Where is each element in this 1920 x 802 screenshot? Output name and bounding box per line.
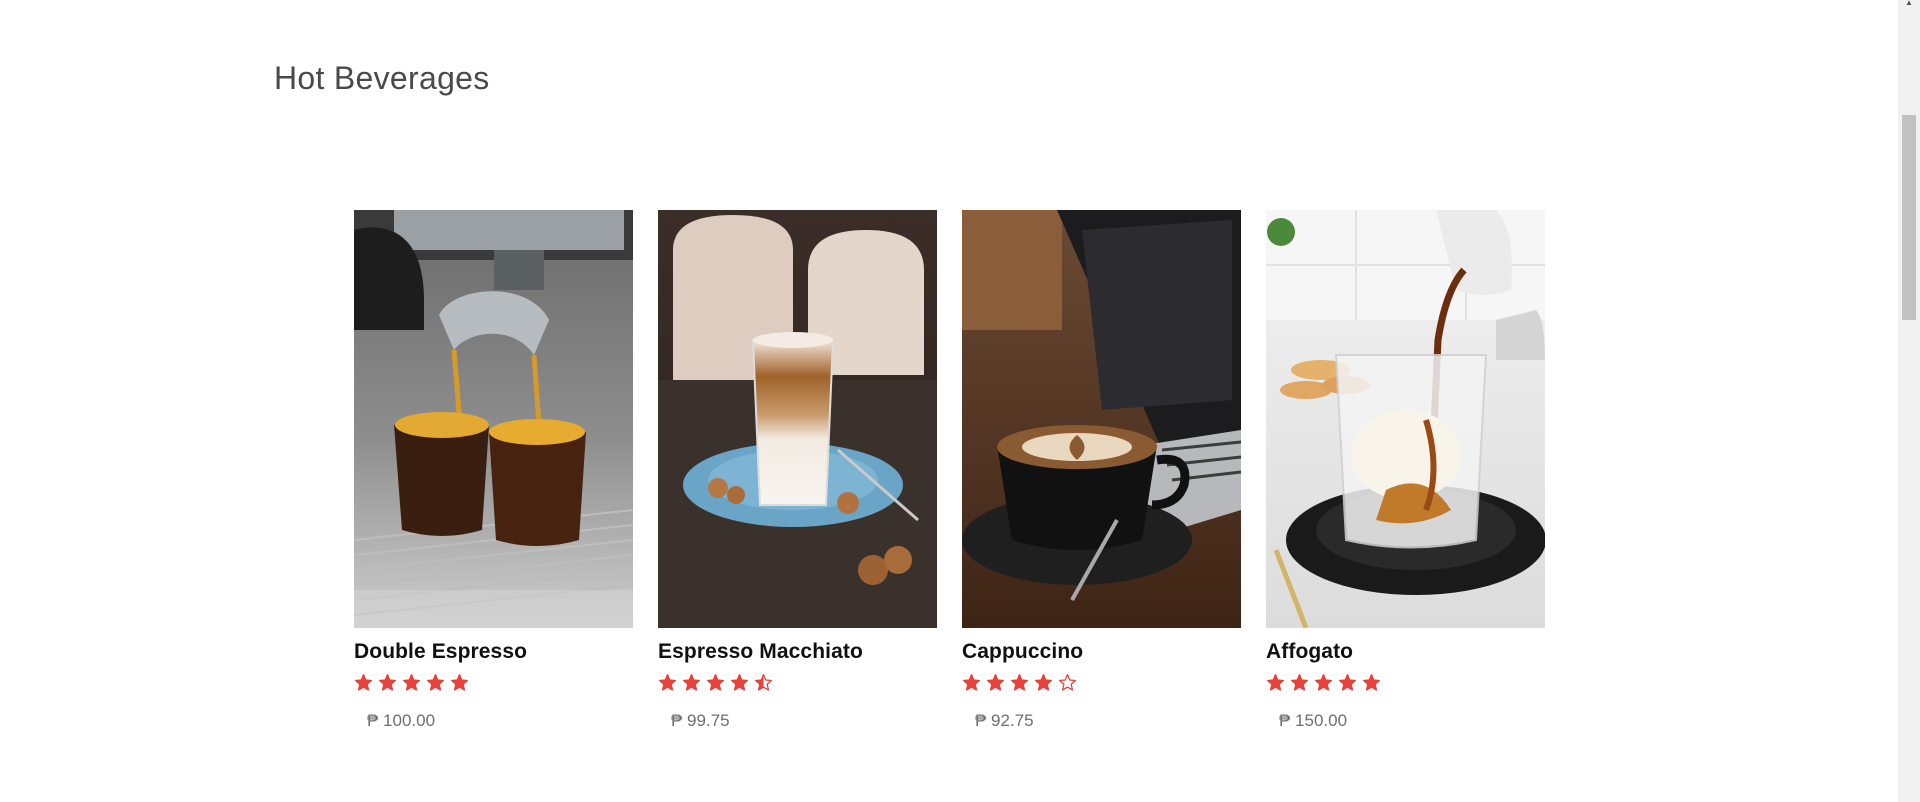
star-half-icon bbox=[754, 673, 773, 692]
rating-stars bbox=[1266, 671, 1545, 693]
star-full-icon bbox=[426, 673, 445, 692]
product-name[interactable]: Double Espresso bbox=[354, 640, 633, 664]
double-espresso-photo bbox=[354, 210, 633, 628]
star-full-icon bbox=[1010, 673, 1029, 692]
product-card[interactable]: Double Espresso ₱ 100.00 bbox=[354, 210, 633, 731]
star-full-icon bbox=[962, 673, 981, 692]
star-full-icon bbox=[1338, 673, 1357, 692]
star-full-icon bbox=[1362, 673, 1381, 692]
product-list: Double Espresso ₱ 100.00 Espresso Macchi… bbox=[354, 210, 1545, 731]
star-full-icon bbox=[1266, 673, 1285, 692]
product-name[interactable]: Affogato bbox=[1266, 640, 1545, 664]
star-full-icon bbox=[1290, 673, 1309, 692]
rating-stars bbox=[962, 671, 1241, 693]
star-full-icon bbox=[706, 673, 725, 692]
star-full-icon bbox=[378, 673, 397, 692]
star-full-icon bbox=[450, 673, 469, 692]
star-full-icon bbox=[658, 673, 677, 692]
cappuccino-photo bbox=[962, 210, 1241, 628]
product-card[interactable]: Affogato ₱ 150.00 bbox=[1266, 210, 1545, 731]
product-price: ₱ 100.00 bbox=[367, 711, 436, 730]
page: Hot Beverages Double Espresso ₱ 100.00 E… bbox=[0, 0, 1920, 802]
product-price: ₱ 99.75 bbox=[671, 711, 730, 730]
double-espresso-image[interactable] bbox=[354, 210, 633, 628]
product-card[interactable]: Cappuccino ₱ 92.75 bbox=[962, 210, 1241, 731]
affogato-image[interactable] bbox=[1266, 210, 1545, 628]
star-full-icon bbox=[1314, 673, 1333, 692]
star-full-icon bbox=[986, 673, 1005, 692]
star-full-icon bbox=[730, 673, 749, 692]
product-price: ₱ 92.75 bbox=[975, 711, 1034, 730]
star-full-icon bbox=[402, 673, 421, 692]
espresso-macchiato-image[interactable] bbox=[658, 210, 937, 628]
espresso-macchiato-photo bbox=[658, 210, 937, 628]
star-full-icon bbox=[682, 673, 701, 692]
scroll-up-arrow-icon[interactable]: ▲ bbox=[1905, 0, 1913, 7]
product-card[interactable]: Espresso Macchiato ₱ 99.75 bbox=[658, 210, 937, 731]
cappuccino-image[interactable] bbox=[962, 210, 1241, 628]
vertical-scrollbar[interactable]: ▲ bbox=[1898, 0, 1920, 802]
product-price: ₱ 150.00 bbox=[1279, 711, 1348, 730]
scrollbar-thumb[interactable] bbox=[1902, 115, 1916, 320]
product-name[interactable]: Cappuccino bbox=[962, 640, 1241, 664]
rating-stars bbox=[658, 671, 937, 693]
star-full-icon bbox=[1034, 673, 1053, 692]
rating-stars bbox=[354, 671, 633, 693]
product-name[interactable]: Espresso Macchiato bbox=[658, 640, 937, 664]
star-empty-icon bbox=[1058, 673, 1077, 692]
affogato-photo bbox=[1266, 210, 1545, 628]
section-title: Hot Beverages bbox=[274, 60, 490, 96]
star-full-icon bbox=[354, 673, 373, 692]
